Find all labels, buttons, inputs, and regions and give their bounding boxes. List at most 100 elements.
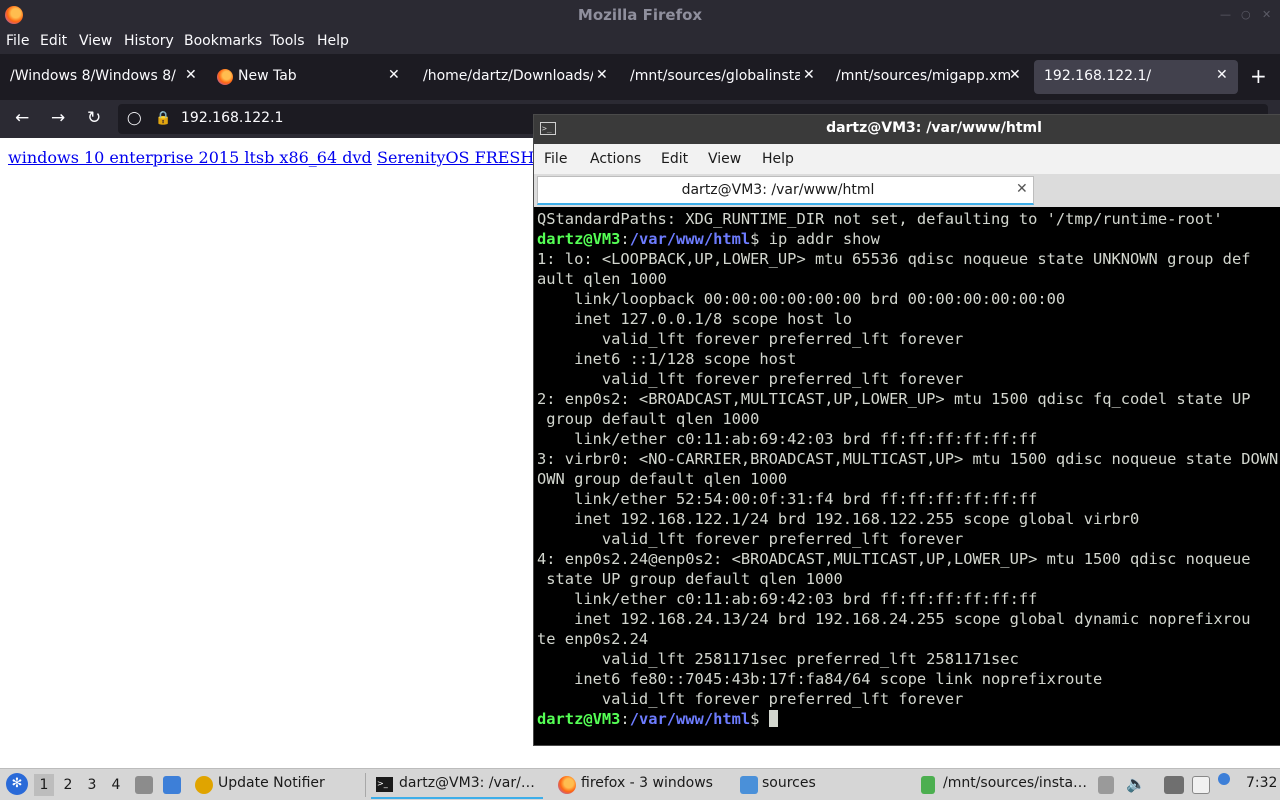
tab-new-tab[interactable]: New Tab ✕	[207, 60, 409, 94]
workspace-3[interactable]: 3	[82, 774, 102, 796]
tab-label: /mnt/sources/migapp.xml	[836, 68, 1011, 84]
tab-label: 192.168.122.1/	[1044, 68, 1152, 84]
tab-close-icon[interactable]: ✕	[388, 67, 400, 83]
update-notifier-icon	[195, 776, 213, 794]
lock-icon[interactable]: 🔒	[155, 111, 171, 126]
notification-icon[interactable]	[1218, 773, 1230, 785]
terminal-prompt-line: dartz@VM3:/var/www/html$	[537, 709, 778, 729]
terminal-output-line: inet 192.168.24.13/24 brd 192.168.24.255…	[537, 610, 1251, 628]
prompt-path: /var/www/html	[629, 230, 751, 248]
terminal-titlebar[interactable]: >_ dartz@VM3: /var/www/html	[534, 115, 1280, 144]
terminal-output-line: 1: lo: <LOOPBACK,UP,LOWER_UP> mtu 65536 …	[537, 250, 1251, 268]
tab-active-192[interactable]: 192.168.122.1/ ✕	[1034, 60, 1238, 94]
firefox-tab-icon	[217, 69, 233, 85]
menu-edit[interactable]: Edit	[40, 33, 67, 49]
reload-icon[interactable]: ↻	[87, 108, 101, 128]
new-tab-icon[interactable]: +	[1250, 64, 1267, 88]
terminal-output-line: link/loopback 00:00:00:00:00:00 brd 00:0…	[537, 290, 1066, 308]
terminal-menu-file[interactable]: File	[544, 151, 567, 167]
tab-close-icon[interactable]: ✕	[1216, 67, 1228, 83]
tab-downloads[interactable]: /home/dartz/Downloads/[… ✕	[413, 60, 615, 94]
tab-label: New Tab	[238, 68, 297, 84]
terminal-title: dartz@VM3: /var/www/html	[826, 120, 1042, 136]
network-icon[interactable]	[1164, 776, 1184, 794]
tab-close-icon[interactable]: ✕	[803, 67, 815, 83]
tab-label: /Windows 8/Windows 8/ |	[10, 68, 180, 84]
tab-label: /mnt/sources/globalinstall	[630, 68, 800, 84]
forward-arrow-icon[interactable]: →	[51, 108, 65, 128]
minimize-icon[interactable]: —	[1220, 8, 1231, 21]
terminal-output-line: inet6 fe80::7045:43b:17f:fa84/64 scope l…	[537, 670, 1103, 688]
terminal-menu-help[interactable]: Help	[762, 151, 794, 167]
tab-close-icon[interactable]: ✕	[185, 67, 197, 83]
terminal-output-line: link/ether c0:11:ab:69:42:03 brd ff:ff:f…	[537, 430, 1038, 448]
terminal-output-line: OWN group default qlen 1000	[537, 470, 788, 488]
taskbar-update-notifier[interactable]: Update Notifier	[218, 775, 325, 791]
firefox-menubar: File Edit View History Bookmarks Tools H…	[0, 30, 1280, 54]
volume-icon[interactable]: 🔈	[1126, 774, 1146, 793]
firefox-titlebar: Mozilla Firefox — ○ ✕	[0, 0, 1280, 30]
file-manager-icon[interactable]	[135, 776, 153, 794]
notes-icon[interactable]	[1192, 776, 1210, 794]
menu-history[interactable]: History	[124, 33, 174, 49]
terminal-menu-edit[interactable]: Edit	[661, 151, 688, 167]
terminal-output-line: valid_lft forever preferred_lft forever	[537, 530, 964, 548]
terminal-output[interactable]: QStandardPaths: XDG_RUNTIME_DIR not set,…	[534, 207, 1280, 745]
tab-windows8[interactable]: /Windows 8/Windows 8/ | ✕	[0, 60, 205, 94]
terminal-menu-view[interactable]: View	[708, 151, 741, 167]
url-text[interactable]: 192.168.122.1	[181, 110, 283, 126]
prompt-separator: :	[620, 230, 630, 248]
terminal-output-line: 4: enp0s2.24@enp0s2: <BROADCAST,MULTICAS…	[537, 550, 1251, 568]
link-serenityos[interactable]: SerenityOS FRESH	[377, 148, 534, 167]
terminal-output-line: group default qlen 1000	[537, 410, 760, 428]
link-windows10-ltsb[interactable]: windows 10 enterprise 2015 ltsb x86_64 d…	[8, 148, 372, 167]
firefox-app-icon	[558, 776, 576, 794]
menu-file[interactable]: File	[6, 33, 29, 49]
menu-tools[interactable]: Tools	[270, 33, 305, 49]
terminal-tab-close-icon[interactable]: ✕	[1016, 181, 1028, 197]
window-title: Mozilla Firefox	[577, 6, 703, 24]
start-menu-icon[interactable]: ✻	[6, 773, 28, 795]
clipboard-icon[interactable]	[1098, 776, 1114, 794]
menu-view[interactable]: View	[79, 33, 112, 49]
close-icon[interactable]: ✕	[1262, 8, 1271, 21]
taskbar-sources[interactable]: sources	[762, 775, 816, 791]
terminal-menu-actions[interactable]: Actions	[590, 151, 641, 167]
prompt-user: dartz@VM3	[537, 710, 621, 728]
folder-icon	[740, 776, 758, 794]
terminal-output-line: ault qlen 1000	[537, 270, 667, 288]
text-cursor	[768, 710, 778, 727]
active-task-indicator	[371, 797, 543, 799]
clock: 7:32	[1246, 775, 1278, 791]
terminal-output-line: inet 127.0.0.1/8 scope host lo	[537, 310, 853, 328]
workspace-1[interactable]: 1	[34, 774, 54, 796]
terminal-output-line: inet6 ::1/128 scope host	[537, 350, 797, 368]
menu-bookmarks[interactable]: Bookmarks	[184, 33, 262, 49]
workspace-4[interactable]: 4	[106, 774, 126, 796]
taskbar-mnt-sources[interactable]: /mnt/sources/insta…	[943, 775, 1087, 791]
prompt-separator: :	[620, 710, 630, 728]
show-desktop-icon[interactable]	[163, 776, 181, 794]
menu-help[interactable]: Help	[317, 33, 349, 49]
terminal-output-line: link/ether 52:54:00:0f:31:f4 brd ff:ff:f…	[537, 490, 1038, 508]
terminal-app-icon: >_	[376, 777, 393, 792]
tab-close-icon[interactable]: ✕	[1009, 67, 1021, 83]
terminal-output-line: QStandardPaths: XDG_RUNTIME_DIR not set,…	[537, 210, 1223, 228]
tab-label: /home/dartz/Downloads/[…	[423, 68, 593, 84]
terminal-output-line: te enp0s2.24	[537, 630, 649, 648]
tab-close-icon[interactable]: ✕	[596, 67, 608, 83]
back-arrow-icon[interactable]: ←	[15, 108, 29, 128]
maximize-icon[interactable]: ○	[1241, 8, 1251, 21]
terminal-output-line: link/ether c0:11:ab:69:42:03 brd ff:ff:f…	[537, 590, 1038, 608]
taskbar-separator	[365, 773, 366, 797]
workspace-2[interactable]: 2	[58, 774, 78, 796]
prompt-path: /var/www/html	[629, 710, 751, 728]
tab-migapp[interactable]: /mnt/sources/migapp.xml ✕	[826, 60, 1028, 94]
taskbar-terminal[interactable]: dartz@VM3: /var/…	[399, 775, 535, 791]
taskbar-firefox[interactable]: firefox - 3 windows	[581, 775, 713, 791]
shield-icon[interactable]: ◯	[127, 111, 142, 126]
tab-globalinstall[interactable]: /mnt/sources/globalinstall ✕	[620, 60, 822, 94]
terminal-tab[interactable]: dartz@VM3: /var/www/html ✕	[537, 176, 1034, 205]
terminal-tab-label: dartz@VM3: /var/www/html	[681, 182, 875, 198]
prompt-command: $	[750, 710, 769, 728]
